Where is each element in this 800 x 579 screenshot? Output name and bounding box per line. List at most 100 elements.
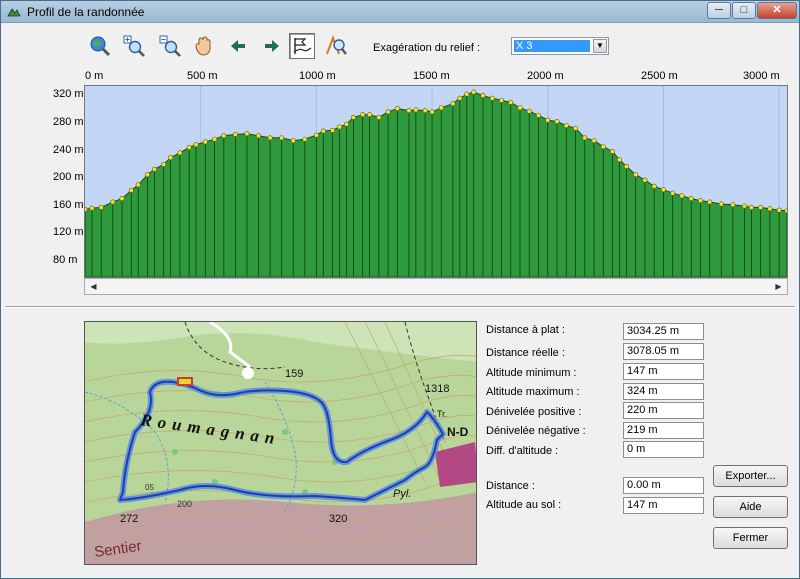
stat-label-flat-distance: Distance à plat :: [486, 324, 565, 336]
profile-point: [144, 172, 150, 178]
pan-tool[interactable]: [191, 33, 217, 59]
map-elevation-label: 320: [329, 513, 347, 525]
start-marker: [177, 377, 193, 386]
profile-point: [221, 133, 227, 139]
profile-point: [202, 139, 208, 145]
x-tick-label: 1500 m: [413, 70, 450, 82]
cursor-distance-label: Distance :: [486, 480, 535, 492]
profile-point: [256, 133, 262, 139]
profile-tool[interactable]: [289, 33, 315, 59]
profile-point: [429, 109, 435, 115]
profile-point: [98, 204, 104, 210]
zoom-out-icon: [159, 35, 181, 57]
profile-point: [320, 128, 326, 134]
chevron-down-icon[interactable]: ▼: [593, 39, 607, 53]
profile-point: [151, 166, 157, 172]
map-label: 05: [145, 483, 154, 492]
forward-tool[interactable]: [259, 33, 285, 59]
profile-point: [279, 135, 285, 141]
x-tick-label: 3000 m: [743, 70, 780, 82]
minimize-button[interactable]: ─: [707, 2, 731, 19]
profile-point: [186, 144, 192, 150]
y-tick-label: 80 m: [53, 254, 78, 266]
y-tick-label: 160 m: [53, 199, 84, 211]
stat-value-altitude-diff: 0 m: [623, 441, 704, 458]
maximize-button[interactable]: □: [732, 2, 756, 19]
y-tick-label: 120 m: [53, 226, 84, 238]
profile-point: [343, 121, 349, 127]
profile-point: [573, 125, 579, 131]
profile-point: [784, 208, 790, 214]
profile-point: [633, 172, 639, 178]
x-tick-label: 2000 m: [527, 70, 564, 82]
profile-point: [642, 177, 648, 183]
ground-altitude-label: Altitude au sol :: [486, 499, 562, 511]
stat-value-max-altitude: 324 m: [623, 383, 704, 400]
map-elevation-label: 1318: [425, 383, 449, 395]
profile-point: [367, 112, 373, 118]
scroll-right-icon[interactable]: ▶: [770, 279, 787, 294]
profile-point: [422, 108, 428, 114]
globe-zoom-tool[interactable]: [87, 33, 113, 59]
zoom-out-tool[interactable]: [157, 33, 183, 59]
stat-value-negative-elevation: 219 m: [623, 422, 704, 439]
profile-point: [730, 202, 736, 208]
profile-point: [591, 138, 597, 144]
profile-point: [464, 91, 470, 97]
profile-point: [554, 118, 560, 124]
profile-point: [600, 144, 606, 150]
profile-point: [82, 206, 88, 212]
profile-point: [193, 142, 199, 148]
map-elevation-label: 200: [177, 499, 192, 509]
profile-point: [697, 198, 703, 204]
export-button[interactable]: Exporter...: [713, 465, 788, 487]
profile-point: [406, 108, 412, 114]
elevation-profile-svg: [82, 86, 790, 278]
y-tick-label: 280 m: [53, 116, 84, 128]
profile-point: [337, 124, 343, 130]
back-tool[interactable]: [225, 33, 251, 59]
profile-point: [212, 136, 218, 142]
profile-point: [302, 136, 308, 142]
profile-point: [413, 107, 419, 113]
profile-point: [330, 127, 336, 133]
globe-magnifier-icon: [90, 36, 111, 57]
profile-point: [526, 108, 532, 114]
stat-label-negative-elevation: Dénivelée négative :: [486, 425, 586, 437]
profile-point: [767, 206, 773, 212]
stat-label-altitude-diff: Diff. d'altitude :: [486, 445, 559, 457]
arrow-right-icon: [265, 40, 279, 52]
scroll-left-icon[interactable]: ◀: [85, 279, 102, 294]
profile-point: [457, 95, 463, 101]
profile-point: [517, 105, 523, 111]
hand-icon: [195, 36, 211, 56]
profile-point: [610, 148, 616, 154]
profile-point: [177, 150, 183, 156]
zoom-in-icon: [123, 35, 145, 57]
profile-point: [394, 106, 400, 112]
map-elevation-label: 159: [285, 368, 303, 380]
profile-point: [660, 187, 666, 193]
profile-point: [718, 201, 724, 207]
relief-select[interactable]: X 3 ▼: [511, 37, 609, 55]
profile-point: [545, 117, 551, 123]
profile-point: [489, 95, 495, 101]
stat-value-min-altitude: 147 m: [623, 363, 704, 380]
profile-point: [89, 205, 95, 211]
elevation-profile-chart[interactable]: [82, 85, 790, 278]
map-label: Tr.: [437, 409, 447, 419]
close-button[interactable]: Fermer: [713, 527, 788, 549]
close-window-button[interactable]: ✕: [757, 2, 797, 19]
topographic-map[interactable]: Roumagnan 159 1318 272 320 200 N-D Pyl. …: [84, 321, 477, 565]
profile-point: [385, 109, 391, 115]
profile-point: [350, 114, 356, 120]
titlebar[interactable]: Profil de la randonnée ─ □ ✕: [1, 1, 799, 23]
map-zoom-tool[interactable]: [323, 33, 349, 59]
horizontal-scrollbar[interactable]: ◀ ▶: [84, 278, 788, 295]
zoom-in-tool[interactable]: [121, 33, 147, 59]
help-button[interactable]: Aide: [713, 496, 788, 518]
profile-point: [290, 138, 296, 144]
profile-point: [707, 199, 713, 205]
profile-point: [232, 131, 238, 137]
map-magnifier-icon: [326, 35, 347, 55]
